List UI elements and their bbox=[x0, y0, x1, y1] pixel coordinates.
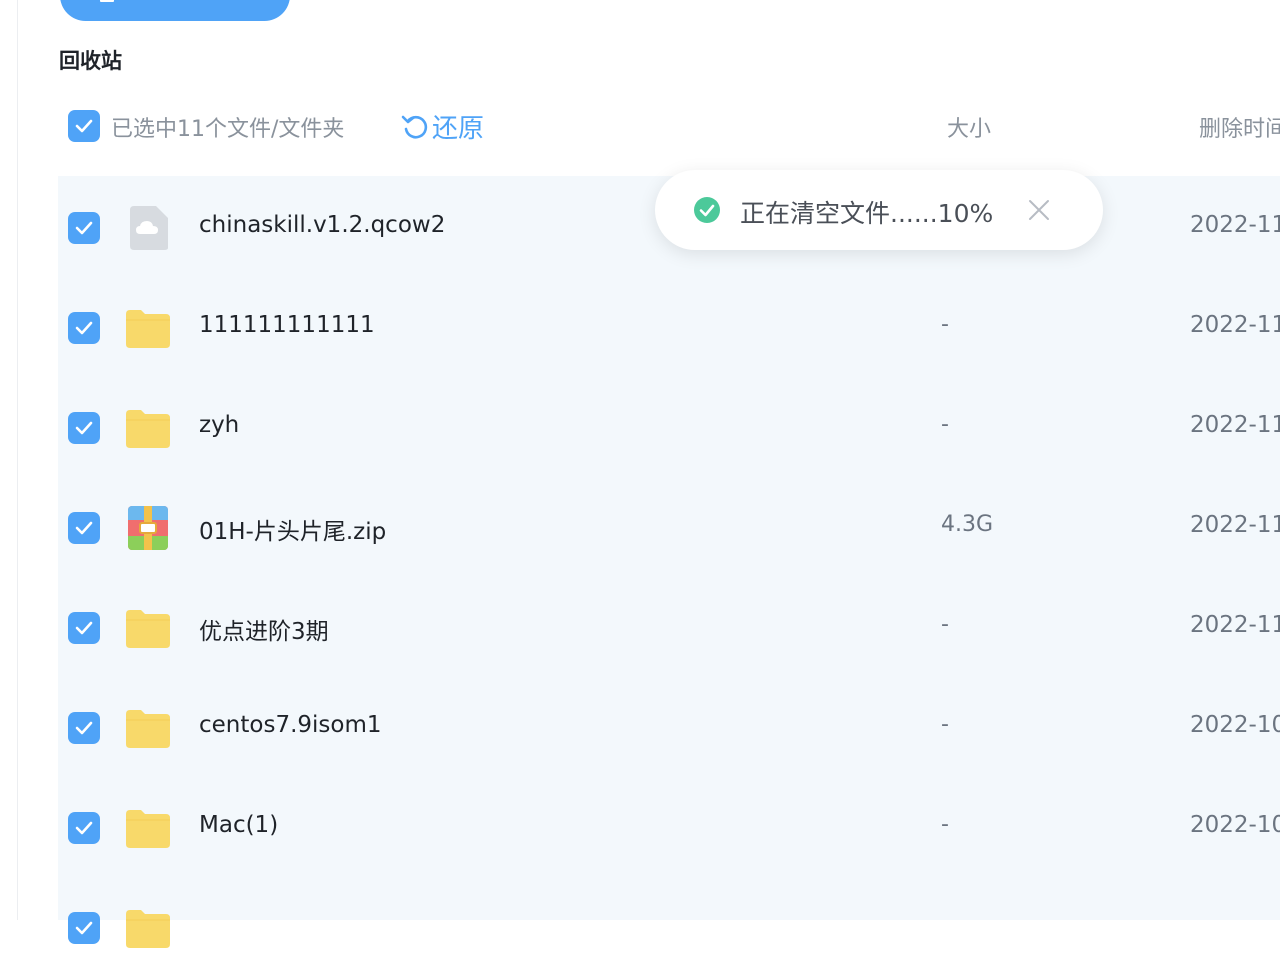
file-row[interactable]: zyh - 2022-11 bbox=[0, 376, 1280, 476]
folder-icon bbox=[124, 304, 172, 352]
check-circle-icon bbox=[694, 197, 720, 223]
restore-button[interactable]: 还原 bbox=[400, 108, 484, 144]
checkmark-icon bbox=[75, 621, 93, 635]
selection-count: 已选中11个文件/文件夹 bbox=[111, 117, 345, 142]
file-size: - bbox=[941, 712, 949, 737]
cloud-file-icon bbox=[124, 204, 172, 252]
folder-icon bbox=[124, 604, 172, 652]
checkmark-icon bbox=[75, 119, 93, 133]
top-action-button[interactable] bbox=[60, 0, 290, 21]
file-row[interactable]: 01H-片头片尾.zip 4.3G 2022-11 bbox=[0, 476, 1280, 576]
checkmark-icon bbox=[75, 321, 93, 335]
undo-icon bbox=[401, 115, 428, 139]
progress-toast: 正在清空文件......10% bbox=[655, 170, 1103, 250]
file-row[interactable]: 优点进阶3期 - 2022-11 bbox=[0, 576, 1280, 676]
page-title: 回收站 bbox=[59, 49, 122, 73]
row-checkbox[interactable] bbox=[68, 512, 100, 544]
file-row[interactable]: 111111111111 - 2022-11 bbox=[0, 276, 1280, 376]
file-deleted-time: 2022-10 bbox=[1190, 712, 1280, 738]
column-header-size[interactable]: 大小 bbox=[947, 111, 991, 143]
checkmark-icon bbox=[75, 721, 93, 735]
checkmark-icon bbox=[75, 421, 93, 435]
checkmark-icon bbox=[75, 921, 93, 935]
folder-icon bbox=[124, 804, 172, 852]
file-name[interactable]: 111111111111 bbox=[199, 312, 375, 338]
row-checkbox[interactable] bbox=[68, 812, 100, 844]
folder-icon bbox=[124, 904, 172, 952]
toast-message: 正在清空文件......10% bbox=[740, 199, 994, 228]
file-name[interactable]: zyh bbox=[199, 412, 239, 438]
restore-label: 还原 bbox=[432, 113, 485, 144]
file-deleted-time: 2022-11 bbox=[1190, 312, 1280, 338]
folder-icon bbox=[124, 404, 172, 452]
row-checkbox[interactable] bbox=[68, 612, 100, 644]
select-all-checkbox[interactable] bbox=[68, 110, 100, 142]
file-name[interactable]: 优点进阶3期 bbox=[199, 612, 329, 646]
file-name[interactable]: 01H-片头片尾.zip bbox=[199, 512, 386, 546]
file-deleted-time: 2022-11 bbox=[1190, 412, 1280, 438]
file-size: - bbox=[941, 412, 949, 437]
file-deleted-time: 2022-11 bbox=[1190, 612, 1280, 638]
button-icon bbox=[100, 0, 114, 2]
file-deleted-time: 2022-10 bbox=[1190, 812, 1280, 838]
folder-icon bbox=[124, 704, 172, 752]
column-header-deleted-time[interactable]: 删除时间 bbox=[1199, 111, 1280, 143]
file-name[interactable]: chinaskill.v1.2.qcow2 bbox=[199, 212, 445, 238]
row-checkbox[interactable] bbox=[68, 412, 100, 444]
file-deleted-time: 2022-11 bbox=[1190, 212, 1280, 238]
file-size: - bbox=[941, 812, 949, 837]
close-icon[interactable] bbox=[1025, 196, 1053, 224]
row-checkbox[interactable] bbox=[68, 212, 100, 244]
row-checkbox[interactable] bbox=[68, 912, 100, 944]
zip-archive-icon bbox=[124, 504, 172, 552]
file-size: - bbox=[941, 312, 949, 337]
file-name[interactable]: centos7.9isom1 bbox=[199, 712, 382, 738]
row-checkbox[interactable] bbox=[68, 712, 100, 744]
file-deleted-time: 2022-11 bbox=[1190, 512, 1280, 538]
checkmark-icon bbox=[75, 221, 93, 235]
checkmark-icon bbox=[75, 521, 93, 535]
file-row[interactable]: centos7.9isom1 - 2022-10 bbox=[0, 676, 1280, 776]
checkmark-icon bbox=[75, 821, 93, 835]
file-row[interactable] bbox=[0, 876, 1280, 976]
file-row[interactable]: Mac(1) - 2022-10 bbox=[0, 776, 1280, 876]
file-name[interactable]: Mac(1) bbox=[199, 812, 278, 838]
file-size: - bbox=[941, 612, 949, 637]
row-checkbox[interactable] bbox=[68, 312, 100, 344]
file-size: 4.3G bbox=[941, 512, 994, 537]
